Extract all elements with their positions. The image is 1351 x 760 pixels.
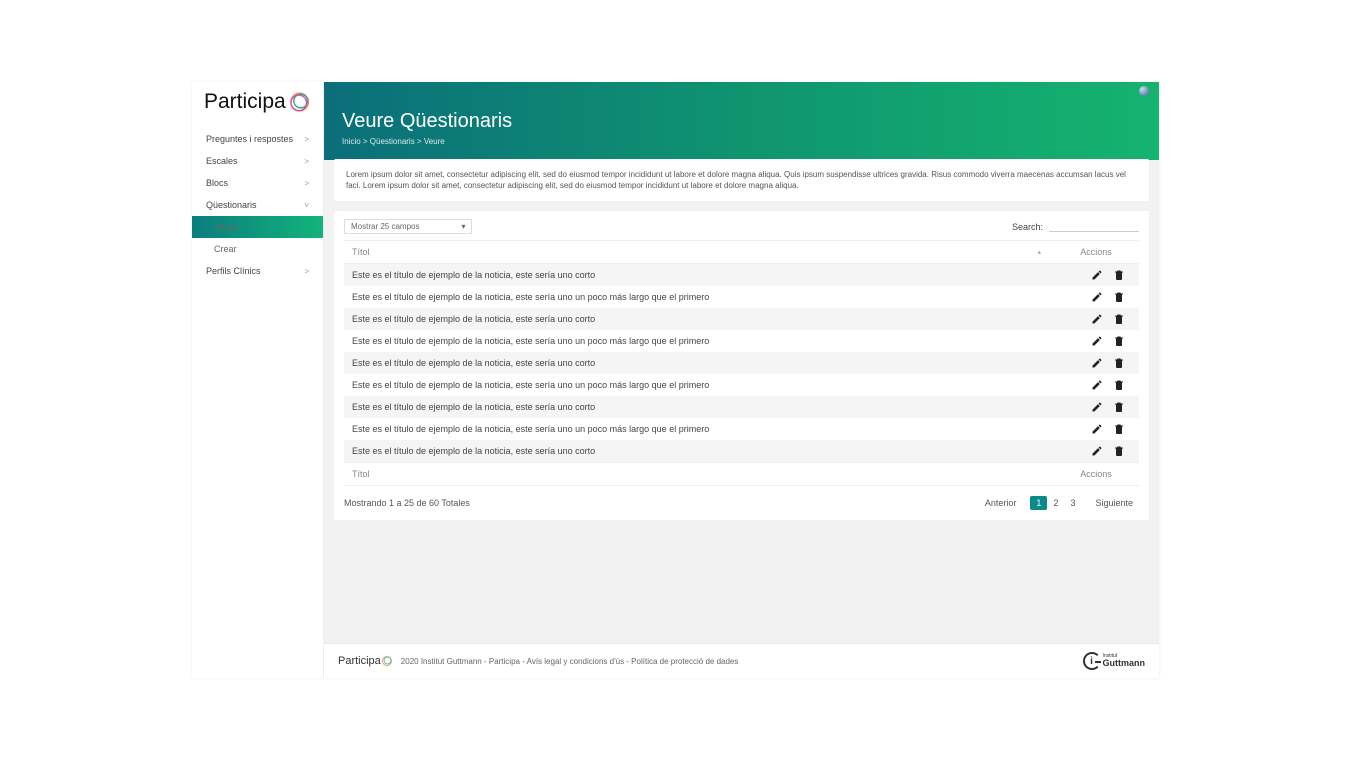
table-card: Mostrar 25 campos ▾ Search: Títol ▴ Acci… <box>334 211 1149 520</box>
sidebar-item-label: Preguntes i respostes <box>206 134 293 144</box>
sidebar-item[interactable]: Escales > <box>192 150 323 172</box>
edit-icon[interactable] <box>1091 313 1103 325</box>
page-size-label: Mostrar 25 campos <box>351 222 419 231</box>
delete-icon[interactable] <box>1113 269 1125 281</box>
guttmann-g-icon: i <box>1083 652 1101 670</box>
sidebar-nav: Preguntes i respostes > Escales > Blocs > Qües… <box>192 128 323 282</box>
page-header: Veure Qüestionaris Inicio > Qüestionaris… <box>324 100 1159 160</box>
row-title: Este es el título de ejemplo de la notic… <box>352 358 1091 368</box>
delete-icon[interactable] <box>1113 357 1125 369</box>
row-title: Este es el título de ejemplo de la notic… <box>352 270 1091 280</box>
row-title: Este es el título de ejemplo de la notic… <box>352 380 1091 390</box>
table-row: Este es el título de ejemplo de la notic… <box>344 374 1139 396</box>
edit-icon[interactable] <box>1091 291 1103 303</box>
chevron-right-icon: > <box>304 179 309 188</box>
search-input[interactable] <box>1049 221 1139 232</box>
delete-icon[interactable] <box>1113 313 1125 325</box>
th-accions: Accions <box>1061 247 1131 257</box>
table-header: Títol ▴ Accions <box>344 240 1139 264</box>
row-title: Este es el título de ejemplo de la notic… <box>352 424 1091 434</box>
row-title: Este es el título de ejemplo de la notic… <box>352 314 1091 324</box>
globe-icon[interactable] <box>1139 86 1149 96</box>
main-area: Veure Qüestionaris Inicio > Qüestionaris… <box>324 82 1159 678</box>
chevron-right-icon: > <box>304 135 309 144</box>
sidebar-item-label: Crear <box>214 244 237 254</box>
swirl-icon <box>381 655 393 667</box>
sidebar-item-label: Blocs <box>206 178 228 188</box>
swirl-icon <box>288 90 311 114</box>
table-row: Este es el título de ejemplo de la notic… <box>344 440 1139 462</box>
description-card: Lorem ipsum dolor sit amet, consectetur … <box>334 159 1149 201</box>
row-title: Este es el título de ejemplo de la notic… <box>352 336 1091 346</box>
sidebar-item-label: Veure <box>214 222 238 232</box>
table-body: Este es el título de ejemplo de la notic… <box>344 264 1139 462</box>
chevron-right-icon: > <box>304 157 309 166</box>
table-row: Este es el título de ejemplo de la notic… <box>344 264 1139 286</box>
table-footer: Títol Accions <box>344 462 1139 486</box>
sidebar-item-label: Qüestionaris <box>206 200 257 210</box>
edit-icon[interactable] <box>1091 401 1103 413</box>
pager-next[interactable]: Siguiente <box>1089 496 1139 510</box>
edit-icon[interactable] <box>1091 423 1103 435</box>
edit-icon[interactable] <box>1091 335 1103 347</box>
tf-titol: Títol <box>352 469 370 479</box>
footer: Participa 2020 Institut Guttmann - Parti… <box>324 643 1159 678</box>
edit-icon[interactable] <box>1091 445 1103 457</box>
table-row: Este es el título de ejemplo de la notic… <box>344 330 1139 352</box>
sort-asc-icon: ▴ <box>1037 248 1041 256</box>
guttmann-logo: i Institut Guttmann <box>1083 652 1146 670</box>
pager-prev[interactable]: Anterior <box>979 496 1023 510</box>
top-bar <box>324 82 1159 100</box>
table-info: Mostrando 1 a 25 de 60 Totales <box>344 498 470 508</box>
sidebar-item[interactable]: Blocs > <box>192 172 323 194</box>
caret-down-icon: ▾ <box>461 222 465 231</box>
sidebar: Participa Preguntes i respostes > Escales >… <box>192 82 324 678</box>
table-row: Este es el título de ejemplo de la notic… <box>344 352 1139 374</box>
footer-brand: Participa <box>338 655 393 667</box>
table-row: Este es el título de ejemplo de la notic… <box>344 286 1139 308</box>
delete-icon[interactable] <box>1113 401 1125 413</box>
brand-logo: Participa <box>192 82 323 128</box>
sidebar-item[interactable]: Veure <box>192 216 323 238</box>
delete-icon[interactable] <box>1113 379 1125 391</box>
table-row: Este es el título de ejemplo de la notic… <box>344 308 1139 330</box>
search-label: Search: <box>1012 222 1043 232</box>
table-row: Este es el título de ejemplo de la notic… <box>344 396 1139 418</box>
sidebar-item[interactable]: Preguntes i respostes > <box>192 128 323 150</box>
row-title: Este es el título de ejemplo de la notic… <box>352 402 1091 412</box>
delete-icon[interactable] <box>1113 335 1125 347</box>
edit-icon[interactable] <box>1091 379 1103 391</box>
delete-icon[interactable] <box>1113 445 1125 457</box>
page-title: Veure Qüestionaris <box>342 110 1141 133</box>
pagination: Anterior 123 Siguiente <box>979 496 1139 510</box>
brand-text: Participa <box>204 90 286 114</box>
sidebar-item[interactable]: Qüestionaris ˅ <box>192 194 323 216</box>
page-size-select[interactable]: Mostrar 25 campos ▾ <box>344 219 472 234</box>
chevron-down-icon: ˅ <box>304 201 309 210</box>
footer-text: 2020 Institut Guttmann - Participa - Aví… <box>401 657 739 666</box>
edit-icon[interactable] <box>1091 269 1103 281</box>
breadcrumb: Inicio > Qüestionaris > Veure <box>342 137 1141 146</box>
edit-icon[interactable] <box>1091 357 1103 369</box>
delete-icon[interactable] <box>1113 291 1125 303</box>
table-row: Este es el título de ejemplo de la notic… <box>344 418 1139 440</box>
sidebar-item-label: Perfils Clínics <box>206 266 261 276</box>
sidebar-item[interactable]: Perfils Clínics > <box>192 260 323 282</box>
pager-page[interactable]: 2 <box>1047 496 1064 510</box>
row-title: Este es el título de ejemplo de la notic… <box>352 446 1091 456</box>
th-titol[interactable]: Títol ▴ <box>352 247 1061 257</box>
sidebar-item[interactable]: Crear <box>192 238 323 260</box>
tf-accions: Accions <box>1061 469 1131 479</box>
chevron-right-icon: > <box>304 267 309 276</box>
pager-page[interactable]: 3 <box>1064 496 1081 510</box>
pager-page[interactable]: 1 <box>1030 496 1047 510</box>
row-title: Este es el título de ejemplo de la notic… <box>352 292 1091 302</box>
sidebar-item-label: Escales <box>206 156 238 166</box>
delete-icon[interactable] <box>1113 423 1125 435</box>
